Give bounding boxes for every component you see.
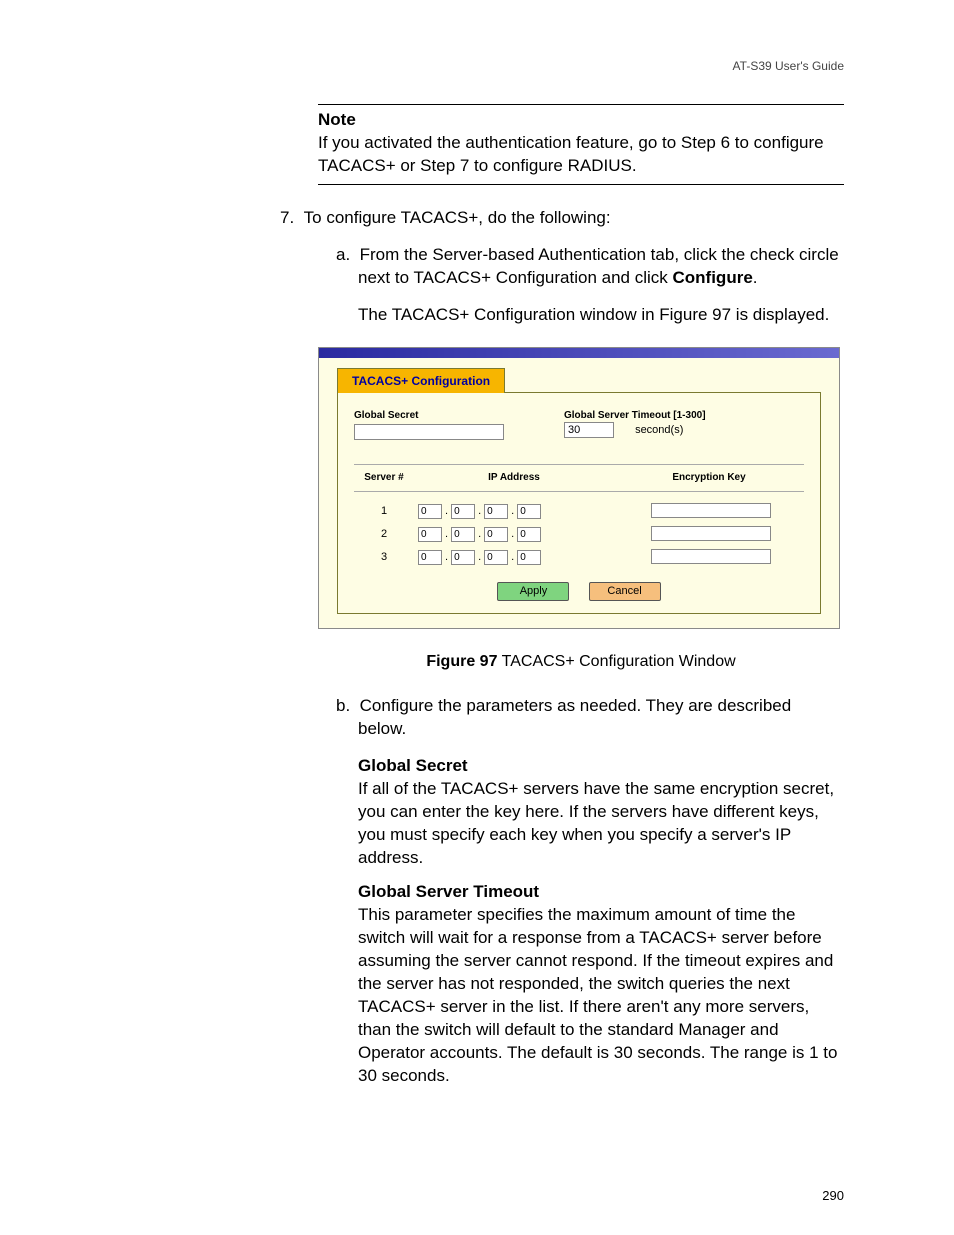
global-secret-input[interactable] (354, 424, 504, 440)
substep-b-text: Configure the parameters as needed. They… (358, 696, 791, 738)
server-num: 3 (354, 550, 414, 565)
ip-octet-input[interactable] (418, 504, 442, 519)
substep-a: a. From the Server-based Authentication … (336, 244, 844, 290)
tacacs-tab[interactable]: TACACS+ Configuration (337, 368, 505, 393)
ip-octet-input[interactable] (451, 504, 475, 519)
ip-octet-input[interactable] (517, 550, 541, 565)
substep-a-continuation: The TACACS+ Configuration window in Figu… (358, 304, 844, 327)
ip-octet-input[interactable] (484, 550, 508, 565)
note-title: Note (318, 109, 844, 132)
cancel-button[interactable]: Cancel (589, 582, 661, 601)
substep-b-letter: b. (336, 696, 350, 715)
server-num: 2 (354, 527, 414, 542)
substep-a-text2: . (753, 268, 758, 287)
figure-97: TACACS+ Configuration Global Secret Glob… (318, 347, 844, 673)
step-7-num: 7. (280, 208, 294, 227)
server-num: 1 (354, 504, 414, 519)
param-gst-title: Global Server Timeout (358, 881, 844, 904)
server-table-header: Server # IP Address Encryption Key (354, 464, 804, 492)
ip-octet-input[interactable] (418, 550, 442, 565)
param-global-secret: Global Secret If all of the TACACS+ serv… (358, 755, 844, 870)
global-secret-label: Global Secret (354, 409, 504, 423)
tacacs-config-window: TACACS+ Configuration Global Secret Glob… (318, 347, 840, 630)
substep-b: b. Configure the parameters as needed. T… (336, 695, 844, 741)
note-body: If you activated the authentication feat… (318, 132, 844, 178)
ip-octet-input[interactable] (451, 527, 475, 542)
table-row: 3 ... (354, 546, 804, 569)
param-gs-title: Global Secret (358, 755, 844, 778)
ip-octet-input[interactable] (451, 550, 475, 565)
substep-a-bold: Configure (673, 268, 753, 287)
figure-caption-rest: TACACS+ Configuration Window (497, 653, 735, 670)
timeout-label: Global Server Timeout [1-300] (564, 409, 706, 423)
timeout-group: Global Server Timeout [1-300] second(s) (564, 409, 706, 441)
figure-caption: Figure 97 TACACS+ Configuration Window (318, 651, 844, 673)
apply-button[interactable]: Apply (497, 582, 569, 601)
col-ek-header: Encryption Key (614, 471, 804, 485)
step-7: 7. To configure TACACS+, do the followin… (280, 207, 844, 230)
ip-octet-input[interactable] (517, 504, 541, 519)
timeout-input[interactable] (564, 422, 614, 438)
encryption-key-input[interactable] (651, 503, 771, 518)
param-global-server-timeout: Global Server Timeout This parameter spe… (358, 881, 844, 1087)
table-row: 1 ... (354, 500, 804, 523)
substep-a-text1: From the Server-based Authentication tab… (358, 245, 839, 287)
page-number: 290 (822, 1187, 844, 1205)
note-block: Note If you activated the authentication… (318, 104, 844, 185)
page-header: AT-S39 User's Guide (110, 58, 844, 74)
timeout-unit: second(s) (635, 424, 683, 436)
step-7-text: To configure TACACS+, do the following: (304, 208, 611, 227)
table-row: 2 ... (354, 523, 804, 546)
ip-octet-input[interactable] (418, 527, 442, 542)
param-gst-body: This parameter specifies the maximum amo… (358, 904, 844, 1088)
tacacs-panel: Global Secret Global Server Timeout [1-3… (337, 392, 821, 614)
encryption-key-input[interactable] (651, 526, 771, 541)
figure-caption-bold: Figure 97 (426, 653, 497, 670)
global-secret-group: Global Secret (354, 409, 504, 441)
col-server-header: Server # (354, 471, 414, 485)
window-titlebar (319, 348, 839, 358)
col-ip-header: IP Address (414, 471, 614, 485)
param-gs-body: If all of the TACACS+ servers have the s… (358, 778, 844, 870)
ip-octet-input[interactable] (484, 527, 508, 542)
encryption-key-input[interactable] (651, 549, 771, 564)
ip-octet-input[interactable] (517, 527, 541, 542)
ip-octet-input[interactable] (484, 504, 508, 519)
substep-a-letter: a. (336, 245, 350, 264)
